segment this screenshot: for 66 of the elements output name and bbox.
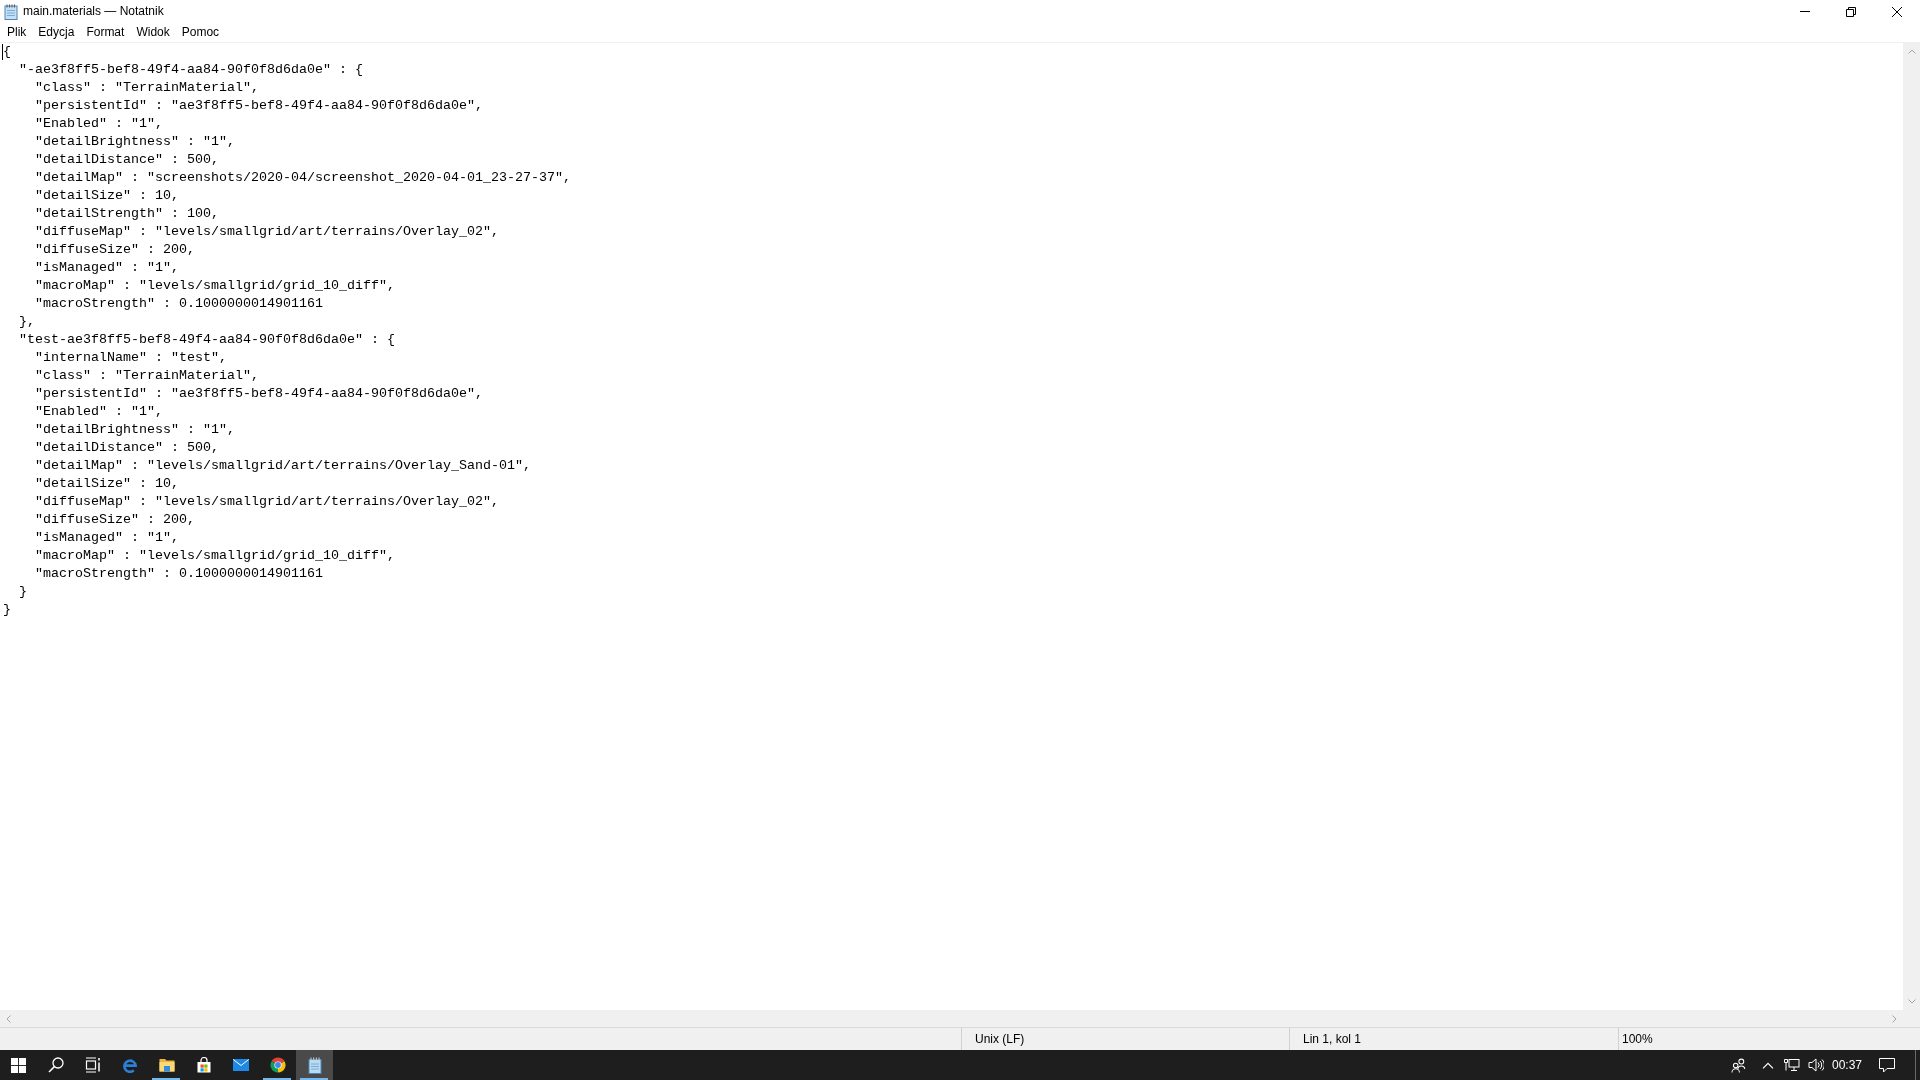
code-line: "diffuseSize" : 200, [35,511,195,529]
menu-item[interactable]: Pomoc [175,23,226,42]
chevron-down-icon [1907,999,1916,1004]
chevron-right-icon [1892,1014,1897,1023]
network-icon [1784,1058,1800,1072]
speaker-icon [1808,1058,1824,1072]
chevron-up-icon [1761,1061,1774,1069]
people-icon [1730,1057,1746,1073]
letter-e-icon [121,1057,138,1073]
code-line: "detailStrength" : 100, [35,205,219,223]
code-line: "Enabled" : "1", [35,115,163,133]
menu-item[interactable]: Format [80,23,131,42]
code-line: "diffuseSize" : 200, [35,241,195,259]
windows-logo-icon [11,1057,26,1073]
cursor-position-text: Lin 1, kol 1 [1303,1031,1362,1048]
zoom-level-text: 100% [1622,1031,1653,1048]
code-line: } [19,583,27,601]
code-line: } [3,601,11,619]
code-line: "isManaged" : "1", [35,529,179,547]
code-line: "class" : "TerrainMaterial", [35,367,259,385]
code-line: "detailMap" : "levels/smallgrid/art/terrains/Overlay_Sand-01", [35,457,531,475]
code-line: "detailDistance" : 500, [35,151,219,169]
clock[interactable]: 00:37 [1828,1050,1866,1080]
speech-bubble-icon [1879,1057,1895,1073]
code-line: "diffuseMap" : "levels/smallgrid/art/terrains/Overlay_02", [35,493,499,511]
code-line: "Enabled" : "1", [35,403,163,421]
code-line: }, [19,313,35,331]
line-ending-text: Unix (LF) [975,1031,1025,1048]
code-line: "diffuseMap" : "levels/smallgrid/art/terrains/Overlay_02", [35,223,499,241]
task-view-icon [84,1057,101,1073]
menu-item[interactable]: Plik [1,23,33,42]
chevron-up-icon [1907,49,1916,54]
chevron-left-icon [6,1014,11,1023]
text-cursor-icon [2,44,3,60]
code-line: "class" : "TerrainMaterial", [35,79,259,97]
search-icon [47,1057,64,1073]
window-title: main.materials — Notatnik [23,3,164,20]
shopping-bag-icon [195,1057,212,1073]
code-line: { [3,43,11,61]
code-line: "macroStrength" : 0.1000000014901161 [35,295,323,313]
restore-icon [1846,6,1856,17]
menu-item[interactable]: Widok [130,23,176,42]
code-line: "macroStrength" : 0.1000000014901161 [35,565,323,583]
notepad-icon [4,3,18,20]
taskbar-app-button[interactable] [296,1050,333,1080]
code-line: "detailDistance" : 500, [35,439,219,457]
code-line: "test-ae3f8ff5-bef8-49f4-aa84-90f0f8d6da0e" : { [19,331,395,349]
code-line: "-ae3f8ff5-bef8-49f4-aa84-90f0f8d6da0e" : { [19,61,363,79]
minimize-icon [1800,11,1810,12]
menu-item[interactable]: Edycja [32,23,81,42]
folder-icon [158,1058,175,1072]
code-line: "persistentId" : "ae3f8ff5-bef8-49f4-aa84-90f0f8d6da0e", [35,385,483,403]
code-line: "persistentId" : "ae3f8ff5-bef8-49f4-aa84-90f0f8d6da0e", [35,97,483,115]
code-line: "detailSize" : 10, [35,187,179,205]
code-line: "macroMap" : "levels/smallgrid/grid_10_diff", [35,277,395,295]
code-line: "detailMap" : "screenshots/2020-04/screenshot_2020-04-01_23-27-37", [35,169,571,187]
code-line: "macroMap" : "levels/smallgrid/grid_10_diff", [35,547,395,565]
code-line: "detailSize" : 10, [35,475,179,493]
code-line: "isManaged" : "1", [35,259,179,277]
close-icon [1892,6,1902,17]
code-line: "detailBrightness" : "1", [35,133,235,151]
notepad-icon [306,1056,323,1074]
code-line: "internalName" : "test", [35,349,227,367]
envelope-icon [232,1059,249,1071]
code-line: "detailBrightness" : "1", [35,421,235,439]
chrome-logo-icon [269,1057,286,1073]
